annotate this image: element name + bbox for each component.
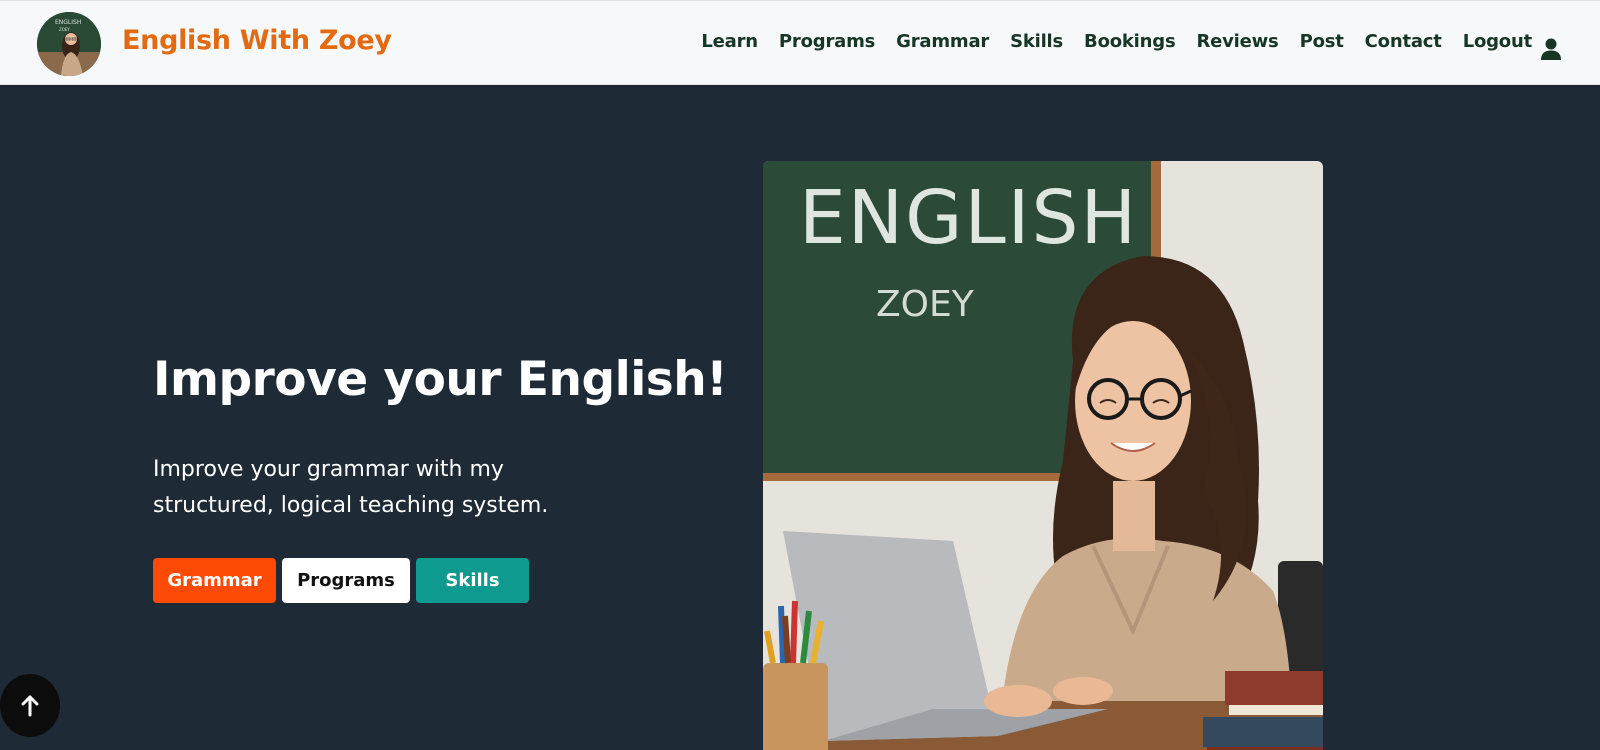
top-navbar: ENGLISH ZOEY English With Zoey Learn Pro… [0, 0, 1600, 85]
nav-contact[interactable]: Contact [1365, 31, 1442, 52]
books [1225, 671, 1323, 705]
logo-board-text: ENGLISH [55, 19, 81, 26]
hero-image: ENGLISH ZOEY [763, 161, 1323, 750]
nav-grammar[interactable]: Grammar [896, 31, 989, 52]
hero-subtitle: Improve your grammar with my structured,… [153, 457, 549, 518]
nav-reviews[interactable]: Reviews [1196, 31, 1278, 52]
nav-bookings[interactable]: Bookings [1084, 31, 1176, 52]
svg-text:ZOEY: ZOEY [59, 27, 70, 32]
hero-illustration: ENGLISH ZOEY [763, 161, 1323, 750]
hero-button-row: Grammar Programs Skills [153, 558, 529, 603]
user-icon[interactable] [1540, 37, 1562, 61]
nav-post[interactable]: Post [1300, 31, 1344, 52]
brand-title[interactable]: English With Zoey [122, 25, 392, 56]
programs-button[interactable]: Programs [282, 558, 410, 603]
chalkboard-text-zoey: ZOEY [876, 284, 975, 325]
nav-programs[interactable]: Programs [779, 31, 875, 52]
pencil-cup [763, 663, 828, 750]
logo-avatar[interactable]: ENGLISH ZOEY [37, 12, 101, 76]
hero-title: Improve your English! [153, 352, 728, 407]
logo-avatar-image: ENGLISH ZOEY [37, 12, 101, 76]
nav-learn[interactable]: Learn [701, 31, 758, 52]
nav-links: Learn Programs Grammar Skills Bookings R… [680, 31, 1532, 52]
scroll-to-top-button[interactable] [0, 674, 60, 737]
skills-button[interactable]: Skills [416, 558, 529, 603]
chalkboard-text-english: ENGLISH [799, 175, 1138, 261]
nav-skills[interactable]: Skills [1010, 31, 1063, 52]
arrow-up-icon [21, 695, 39, 716]
grammar-button[interactable]: Grammar [153, 558, 276, 603]
nav-logout[interactable]: Logout [1463, 31, 1533, 52]
